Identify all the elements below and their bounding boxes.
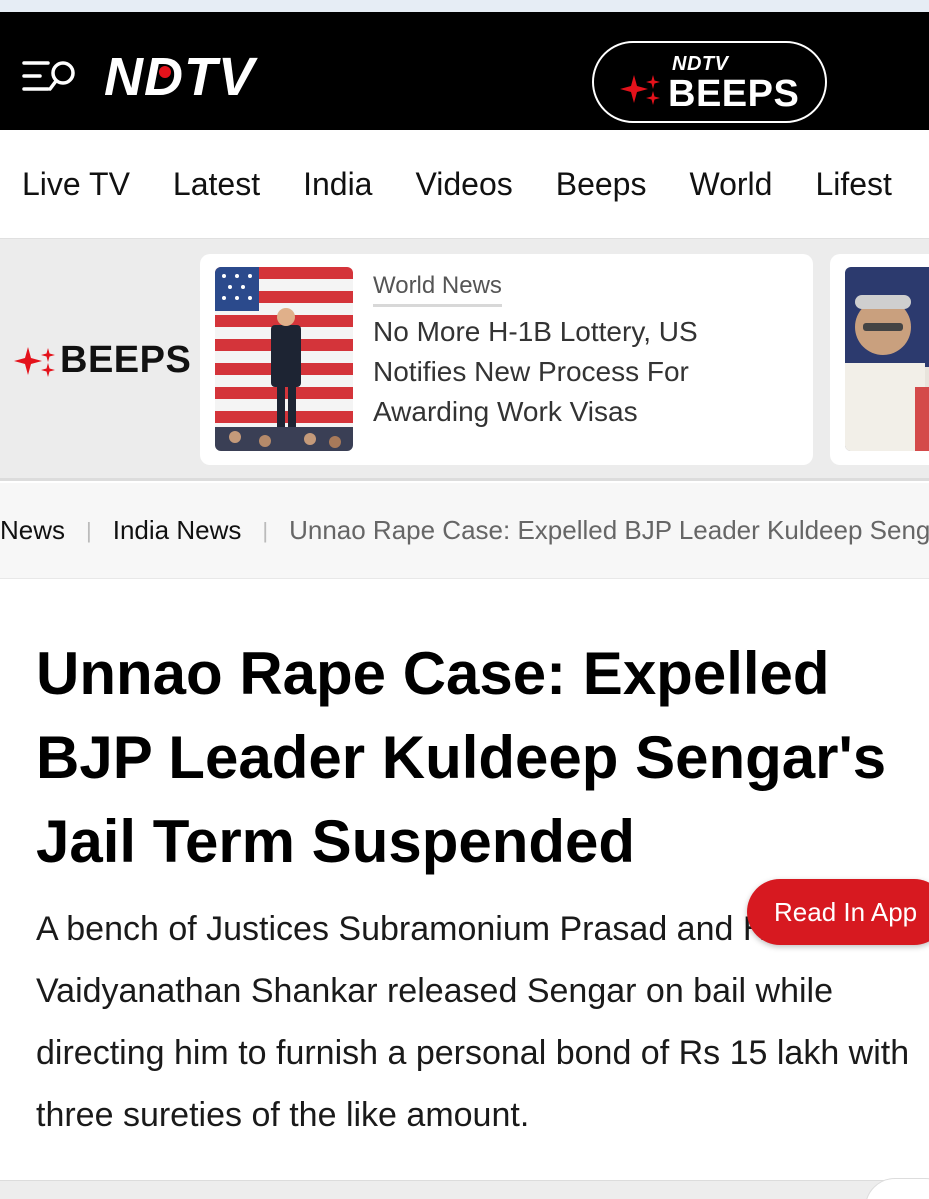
- beeps-band-label: BEEPS: [60, 339, 192, 381]
- breadcrumb-current: Unnao Rape Case: Expelled BJP Leader Kul…: [289, 515, 929, 545]
- nav-item-latest[interactable]: Latest: [173, 166, 260, 203]
- browser-top-strip: [0, 0, 929, 12]
- breadcrumb-india-news[interactable]: India News: [113, 515, 242, 546]
- nav-item-india[interactable]: India: [303, 166, 372, 203]
- beeps-button[interactable]: NDTV BEEPS: [592, 41, 827, 123]
- beeps-carousel: BEEPS World News No More H-1B Lottery, U…: [0, 238, 929, 481]
- nav-item-beeps[interactable]: Beeps: [556, 166, 647, 203]
- breadcrumb-news[interactable]: News: [0, 515, 65, 546]
- site-header: NDTV NDTV BEEPS: [0, 12, 929, 130]
- bottom-divider: [0, 1180, 929, 1199]
- story-title[interactable]: No More H-1B Lottery, US Notifies New Pr…: [373, 312, 793, 432]
- beeps-story-card[interactable]: World News No More H-1B Lottery, US Noti…: [200, 254, 813, 465]
- beeps-band-logo[interactable]: BEEPS: [14, 339, 191, 382]
- read-in-app-button[interactable]: Read In App: [747, 879, 929, 945]
- logo-red-dot: [159, 66, 171, 78]
- breadcrumb-separator: |: [262, 517, 269, 543]
- nav-item-videos[interactable]: Videos: [415, 166, 512, 203]
- sparkle-icon: [14, 346, 55, 377]
- ndtv-logo[interactable]: NDTV: [104, 46, 255, 108]
- breadcrumb: News | India News | Unnao Rape Case: Exp…: [0, 483, 929, 579]
- nav-item-world[interactable]: World: [689, 166, 772, 203]
- beeps-button-label: BEEPS: [668, 73, 800, 115]
- nav-item-lifestyle[interactable]: Lifest: [815, 166, 891, 203]
- story-thumbnail: [845, 267, 929, 451]
- main-nav: Live TV Latest India Videos Beeps World …: [0, 130, 929, 238]
- beeps-story-card-next[interactable]: [830, 254, 929, 465]
- story-category: World News: [373, 272, 502, 307]
- breadcrumb-separator: |: [86, 517, 92, 543]
- article-headline: Unnao Rape Case: Expelled BJP Leader Kul…: [36, 640, 887, 875]
- story-thumbnail: [215, 267, 353, 451]
- menu-search-icon[interactable]: [22, 58, 78, 94]
- nav-item-live-tv[interactable]: Live TV: [22, 166, 130, 203]
- sparkle-icon: [620, 75, 660, 105]
- logo-text: NDTV: [104, 47, 255, 107]
